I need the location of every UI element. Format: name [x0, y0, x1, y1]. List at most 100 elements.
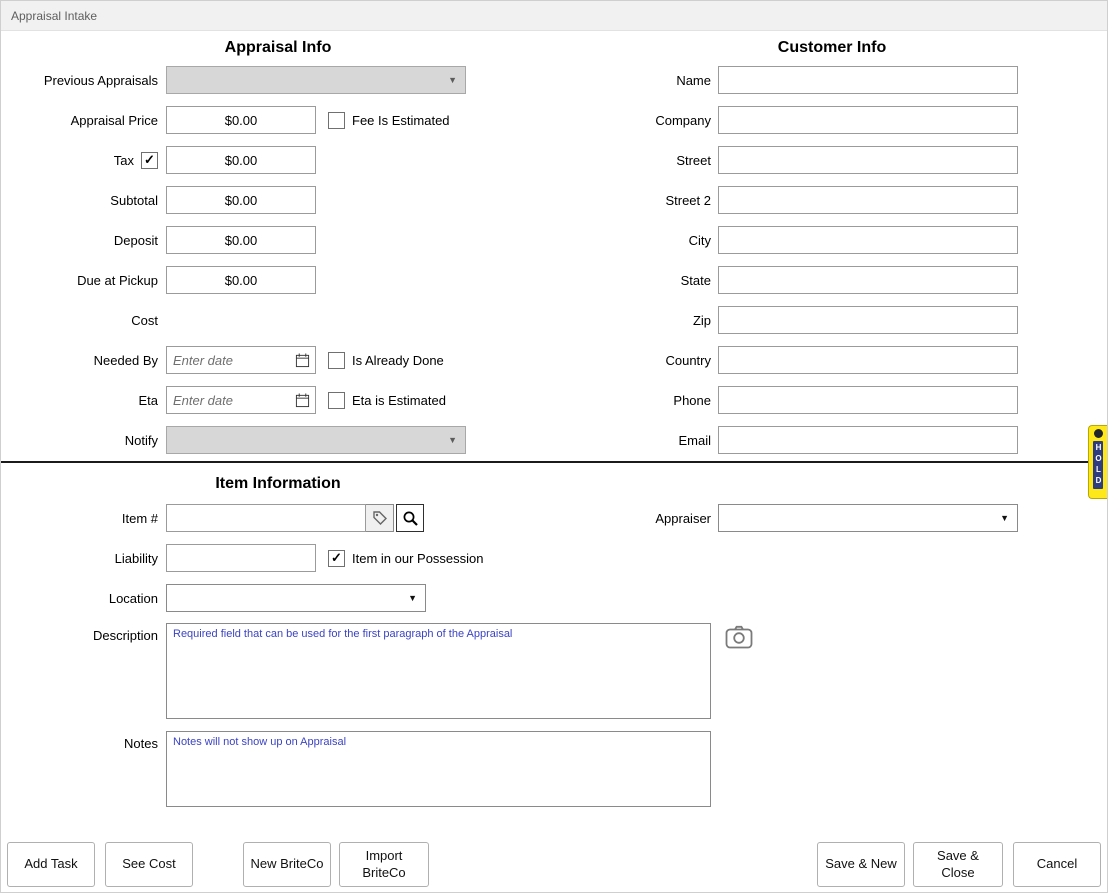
cost-row: Cost — [1, 306, 555, 334]
company-label: Company — [555, 113, 718, 128]
street-input[interactable] — [718, 146, 1018, 174]
window-title: Appraisal Intake — [11, 9, 97, 23]
camera-icon[interactable] — [725, 625, 753, 654]
search-icon[interactable] — [396, 504, 424, 532]
street2-input[interactable] — [718, 186, 1018, 214]
is-already-done-checkbox[interactable] — [328, 352, 345, 369]
save-and-new-button[interactable]: Save & New — [817, 842, 905, 887]
location-row: Location ▼ — [1, 584, 555, 612]
hold-tab[interactable]: HOLD — [1088, 425, 1107, 499]
notify-dropdown[interactable]: ▼ — [166, 426, 466, 454]
company-row: Company — [555, 106, 1108, 134]
tax-label-group: Tax ✓ — [1, 152, 166, 169]
previous-appraisals-label: Previous Appraisals — [1, 73, 166, 88]
appraisal-info-header: Appraisal Info — [1, 39, 555, 57]
eta-label: Eta — [1, 393, 166, 408]
company-input[interactable] — [718, 106, 1018, 134]
tax-row: Tax ✓ — [1, 146, 555, 174]
name-row: Name — [555, 66, 1108, 94]
city-input[interactable] — [718, 226, 1018, 254]
eta-date-field[interactable] — [166, 386, 316, 414]
eta-input[interactable] — [167, 388, 292, 412]
eta-row: Eta Eta is Estimated — [1, 386, 555, 414]
subtotal-row: Subtotal — [1, 186, 555, 214]
zip-input[interactable] — [718, 306, 1018, 334]
notes-label: Notes — [1, 731, 166, 751]
chevron-down-icon: ▼ — [1000, 513, 1009, 523]
section-divider — [1, 461, 1089, 463]
calendar-icon[interactable] — [292, 389, 312, 411]
subtotal-input[interactable] — [166, 186, 316, 214]
deposit-input[interactable] — [166, 226, 316, 254]
titlebar[interactable]: Appraisal Intake — [1, 1, 1107, 31]
email-input[interactable] — [718, 426, 1018, 454]
location-dropdown[interactable]: ▼ — [166, 584, 426, 612]
appraisal-intake-dialog: Appraisal Intake Appraisal Info Customer… — [0, 0, 1108, 893]
liability-input[interactable] — [166, 544, 316, 572]
save-and-close-button[interactable]: Save & Close — [913, 842, 1003, 887]
needed-by-label: Needed By — [1, 353, 166, 368]
street-label: Street — [555, 153, 718, 168]
country-label: Country — [555, 353, 718, 368]
city-label: City — [555, 233, 718, 248]
item-in-possession-checkbox[interactable]: ✓ — [328, 550, 345, 567]
location-label: Location — [1, 591, 166, 606]
item-number-input[interactable] — [166, 504, 366, 532]
state-input[interactable] — [718, 266, 1018, 294]
zip-row: Zip — [555, 306, 1108, 334]
street-row: Street — [555, 146, 1108, 174]
cancel-button[interactable]: Cancel — [1013, 842, 1101, 887]
email-row: Email — [555, 426, 1108, 454]
phone-row: Phone — [555, 386, 1108, 414]
eta-is-estimated-checkbox[interactable] — [328, 392, 345, 409]
country-row: Country — [555, 346, 1108, 374]
tax-checkbox[interactable]: ✓ — [141, 152, 158, 169]
deposit-label: Deposit — [1, 233, 166, 248]
item-in-possession-label: Item in our Possession — [352, 551, 484, 566]
subtotal-label: Subtotal — [1, 193, 166, 208]
appraiser-dropdown[interactable]: ▼ — [718, 504, 1018, 532]
due-at-pickup-label: Due at Pickup — [1, 273, 166, 288]
description-label: Description — [1, 623, 166, 643]
needed-by-input[interactable] — [167, 348, 292, 372]
phone-label: Phone — [555, 393, 718, 408]
tag-icon[interactable] — [366, 504, 394, 532]
see-cost-button[interactable]: See Cost — [105, 842, 193, 887]
fee-is-estimated-checkbox[interactable] — [328, 112, 345, 129]
notify-label: Notify — [1, 433, 166, 448]
due-at-pickup-row: Due at Pickup — [1, 266, 555, 294]
phone-input[interactable] — [718, 386, 1018, 414]
eta-is-estimated-label: Eta is Estimated — [352, 393, 446, 408]
item-information-header: Item Information — [1, 475, 555, 493]
state-label: State — [555, 273, 718, 288]
liability-label: Liability — [1, 551, 166, 566]
street2-row: Street 2 — [555, 186, 1108, 214]
is-already-done-label: Is Already Done — [352, 353, 444, 368]
add-task-button[interactable]: Add Task — [7, 842, 95, 887]
street2-label: Street 2 — [555, 193, 718, 208]
appraiser-label: Appraiser — [555, 511, 718, 526]
email-label: Email — [555, 433, 718, 448]
calendar-icon[interactable] — [292, 349, 312, 371]
country-input[interactable] — [718, 346, 1018, 374]
chevron-down-icon: ▼ — [448, 435, 457, 445]
deposit-row: Deposit — [1, 226, 555, 254]
hold-tab-label: HOLD — [1093, 441, 1103, 489]
notes-textarea[interactable]: Notes will not show up on Appraisal — [166, 731, 711, 807]
name-input[interactable] — [718, 66, 1018, 94]
tax-label: Tax — [114, 153, 134, 168]
item-number-label: Item # — [1, 511, 166, 526]
import-briteco-button[interactable]: Import BriteCo — [339, 842, 429, 887]
state-row: State — [555, 266, 1108, 294]
due-at-pickup-input[interactable] — [166, 266, 316, 294]
description-textarea[interactable]: Required field that can be used for the … — [166, 623, 711, 719]
chevron-down-icon: ▼ — [408, 593, 417, 603]
new-briteco-button[interactable]: New BriteCo — [243, 842, 331, 887]
previous-appraisals-row: Previous Appraisals ▼ — [1, 66, 555, 94]
city-row: City — [555, 226, 1108, 254]
needed-by-date-field[interactable] — [166, 346, 316, 374]
previous-appraisals-dropdown[interactable]: ▼ — [166, 66, 466, 94]
customer-info-header: Customer Info — [555, 39, 1108, 57]
appraisal-price-input[interactable] — [166, 106, 316, 134]
tax-input[interactable] — [166, 146, 316, 174]
